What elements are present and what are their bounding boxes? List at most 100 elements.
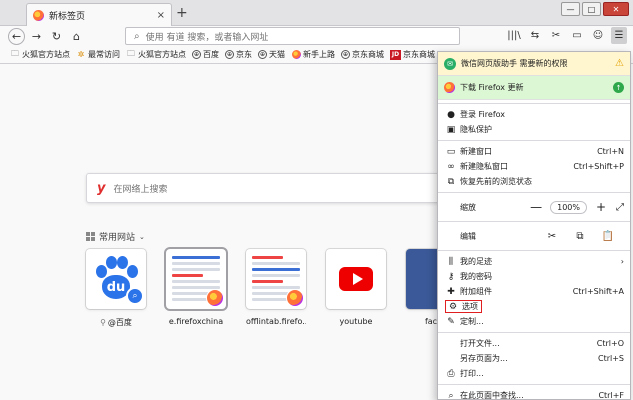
top-site-tile[interactable]: du ⌕ ⚲ @百度 bbox=[86, 249, 146, 328]
top-site-tile[interactable]: offlintab.firefo... bbox=[246, 249, 306, 328]
brush-icon: ✎ bbox=[447, 316, 455, 327]
top-site-tile[interactable]: e.firefoxchina bbox=[166, 249, 226, 328]
edit-controls: 编辑 ✂ ⧉ 📋 bbox=[438, 225, 630, 247]
new-tab-button[interactable]: + bbox=[176, 5, 188, 21]
top-sites-grid: du ⌕ ⚲ @百度 e.firefoxchina offlintab.firef… bbox=[86, 249, 466, 328]
account-icon: ● bbox=[447, 109, 455, 120]
toolbar-right: |||\ ⇆ ✂ ▭ ☺ ☰ bbox=[506, 27, 627, 44]
zoom-in-button[interactable]: + bbox=[592, 200, 610, 214]
chevron-right-icon: › bbox=[620, 257, 624, 266]
jd-logo-icon: JD bbox=[390, 49, 401, 60]
bookmark-item[interactable]: JD 京东商城 bbox=[390, 49, 435, 60]
cut-icon[interactable]: ✂ bbox=[538, 231, 566, 242]
pin-icon: ⚲ bbox=[100, 318, 106, 327]
private-mask-icon: ∞ bbox=[447, 161, 455, 172]
options-highlight-box: ⚙ 选项 bbox=[445, 300, 482, 313]
menu-item-privacy[interactable]: ▣ 隐私保护 bbox=[438, 122, 630, 137]
globe-icon: ⊕ bbox=[192, 50, 201, 59]
top-site-tile[interactable]: youtube bbox=[326, 249, 386, 328]
puzzle-icon: ✚ bbox=[447, 286, 455, 297]
firefoxchina-thumbnail bbox=[166, 249, 226, 309]
web-search-input[interactable]: y 在网络上搜索 bbox=[86, 173, 441, 203]
bookmark-item[interactable]: ⊕ 天猫 bbox=[258, 49, 285, 60]
menu-item-open-file[interactable]: 打开文件... Ctrl+O bbox=[438, 336, 630, 351]
key-icon: ⚷ bbox=[447, 271, 455, 282]
menu-item-print[interactable]: ⎙ 打印... bbox=[438, 366, 630, 381]
bookmark-item[interactable]: 🗀 火狐官方站点 bbox=[126, 49, 186, 60]
youdao-logo-icon: y bbox=[97, 180, 106, 196]
search-icon: ⌕ bbox=[134, 30, 140, 42]
tab-new-tab[interactable]: 新标签页 × bbox=[26, 3, 172, 26]
menu-item-new-private-window[interactable]: ∞ 新建隐私窗口 Ctrl+Shift+P bbox=[438, 159, 630, 174]
hamburger-menu-icon[interactable]: ☰ bbox=[611, 27, 627, 44]
firefox-icon bbox=[206, 289, 224, 307]
menu-item-login[interactable]: ● 登录 Firefox bbox=[438, 107, 630, 122]
bookmark-item[interactable]: ✲ 最常访问 bbox=[76, 49, 120, 60]
tile-label: offlintab.firefo... bbox=[246, 317, 306, 326]
update-banner[interactable]: 下载 Firefox 更新 ↑ bbox=[438, 76, 630, 100]
new-window-icon: ▭ bbox=[446, 146, 456, 157]
search-placeholder: 在网络上搜索 bbox=[113, 184, 168, 195]
chevron-down-icon[interactable]: ⌄ bbox=[139, 233, 145, 241]
bookmark-item[interactable]: ⊕ 百度 bbox=[192, 49, 219, 60]
menu-item-find[interactable]: ⌕ 在此页面中查找... Ctrl+F bbox=[438, 388, 630, 400]
bookmark-item[interactable]: ⊕ 京东商城 bbox=[341, 49, 384, 60]
bookmark-item[interactable]: ⊕ 京东 bbox=[225, 49, 252, 60]
grid-icon bbox=[86, 232, 95, 241]
window-controls: — □ ✕ bbox=[561, 2, 629, 16]
restore-icon: ⧉ bbox=[447, 176, 455, 187]
tab-title: 新标签页 bbox=[49, 11, 86, 22]
firefox-icon bbox=[33, 9, 44, 21]
edit-label: 编辑 bbox=[460, 231, 476, 241]
top-sites-title: 常用网站 bbox=[99, 233, 136, 243]
arrow-up-icon: ↑ bbox=[613, 82, 624, 93]
close-window-button[interactable]: ✕ bbox=[603, 2, 629, 16]
privacy-icon: ▣ bbox=[446, 124, 456, 135]
bookmark-item[interactable]: 新手上路 bbox=[291, 49, 335, 60]
zoom-label: 缩放 bbox=[460, 202, 476, 212]
search-icon: ⌕ bbox=[448, 390, 454, 400]
firefox-icon bbox=[286, 289, 304, 307]
url-bar[interactable]: ⌕ 使用 有道 搜索，或者输入网址 bbox=[125, 27, 460, 45]
library-icon[interactable]: |||\ bbox=[506, 27, 522, 44]
maximize-button[interactable]: □ bbox=[582, 2, 601, 16]
fullscreen-icon[interactable]: ⤢ bbox=[616, 202, 624, 213]
menu-item-customize[interactable]: ✎ 定制... bbox=[438, 314, 630, 329]
folder-icon: 🗀 bbox=[11, 48, 19, 58]
baidu-thumbnail: du ⌕ bbox=[86, 249, 146, 309]
app-menu-panel: ✉ 微信网页版助手 需要新的权限 ⚠ 下载 Firefox 更新 ↑ ● 登录 … bbox=[437, 51, 631, 400]
menu-item-options[interactable]: ⚙ 选项 bbox=[438, 299, 630, 314]
paste-icon[interactable]: 📋 bbox=[594, 231, 622, 242]
top-sites-header[interactable]: 常用网站 ⌄ bbox=[86, 230, 145, 243]
menu-item-passwords[interactable]: ⚷ 我的密码 bbox=[438, 269, 630, 284]
wechat-icon: ✉ bbox=[444, 57, 456, 70]
home-button[interactable]: ⌂ bbox=[68, 28, 85, 45]
screenshot-icon[interactable]: ✂ bbox=[548, 27, 564, 44]
globe-icon: ⊕ bbox=[341, 50, 350, 59]
minimize-button[interactable]: — bbox=[561, 2, 580, 16]
menu-item-save-page[interactable]: 另存页面为... Ctrl+S bbox=[438, 351, 630, 366]
zoom-out-button[interactable]: — bbox=[527, 200, 545, 214]
warning-icon: ⚠ bbox=[615, 58, 624, 69]
account-icon[interactable]: ☺ bbox=[590, 27, 606, 44]
forward-button[interactable]: → bbox=[28, 28, 45, 45]
reload-button[interactable]: ↻ bbox=[48, 28, 65, 45]
copy-icon[interactable]: ⧉ bbox=[566, 231, 594, 242]
close-tab-icon[interactable]: × bbox=[157, 10, 165, 21]
menu-item-restore-session[interactable]: ⧉ 恢复先前的浏览状态 bbox=[438, 174, 630, 189]
search-icon: ⌕ bbox=[126, 287, 144, 305]
wechat-permission-banner[interactable]: ✉ 微信网页版助手 需要新的权限 ⚠ bbox=[438, 52, 630, 76]
bookmark-item[interactable]: 🗀 火狐官方站点 bbox=[10, 49, 70, 60]
sync-icon[interactable]: ⇆ bbox=[527, 27, 543, 44]
zoom-controls: 缩放 — 100% + ⤢ bbox=[438, 196, 630, 218]
back-button[interactable]: ← bbox=[8, 27, 25, 45]
zoom-reset-button[interactable]: 100% bbox=[550, 200, 587, 214]
globe-icon: ⊕ bbox=[225, 50, 234, 59]
navigation-toolbar: ← → ↻ ⌂ ⌕ 使用 有道 搜索，或者输入网址 |||\ ⇆ ✂ ▭ ☺ ☰ bbox=[0, 26, 633, 46]
offlintab-thumbnail bbox=[246, 249, 306, 309]
menu-item-library[interactable]: ⫼ 我的足迹 › bbox=[438, 254, 630, 269]
menu-item-addons[interactable]: ✚ 附加组件 Ctrl+Shift+A bbox=[438, 284, 630, 299]
reader-view-icon[interactable]: ▭ bbox=[569, 27, 585, 44]
star-icon: ✲ bbox=[77, 50, 85, 59]
menu-item-new-window[interactable]: ▭ 新建窗口 Ctrl+N bbox=[438, 144, 630, 159]
